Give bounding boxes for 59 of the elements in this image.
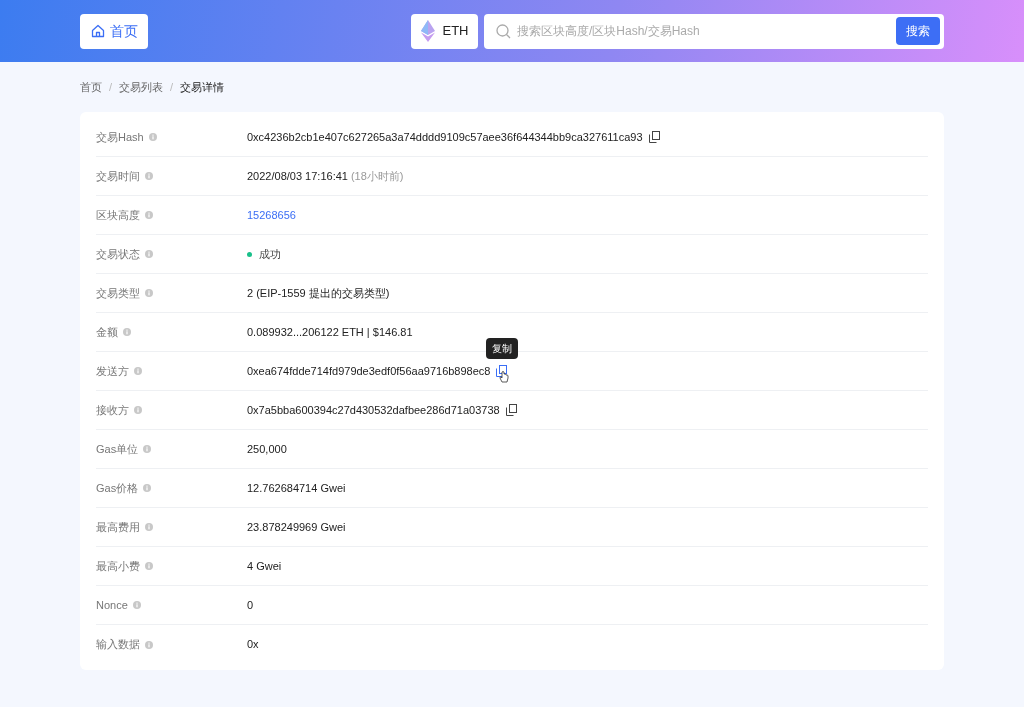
info-icon[interactable] [145,289,153,297]
search-button[interactable]: 搜索 [896,17,940,45]
info-icon[interactable] [143,445,152,453]
info-icon[interactable] [145,172,153,180]
search-field[interactable]: 搜索区块高度/区块Hash/交易Hash 搜索 [484,13,944,49]
detail-value: 250,000 [247,441,287,457]
hash-value: 0xc4236b2cb1e407c627265a3a74dddd9109c57aee36f644344bb9ca327611ca93 [247,129,643,145]
field-label: Gas价格 [96,480,139,496]
breadcrumb-separator: / [109,79,113,95]
field-label: 交易时间 [96,168,140,184]
block-height-link[interactable]: 15268656 [247,206,296,224]
tooltip: 复制 [485,338,518,359]
info-icon[interactable] [145,562,153,570]
field-label: Gas单位 [96,441,139,457]
status-text: 成功 [259,246,281,262]
breadcrumb-link[interactable]: 首页 [80,78,102,96]
info-icon[interactable] [145,523,153,531]
hand-cursor-icon [499,371,510,383]
breadcrumb-separator: / [170,79,174,95]
info-icon[interactable] [123,328,131,336]
field-label: 区块高度 [96,207,140,223]
detail-value: 23.878249969 Gwei [247,519,346,535]
detail-value: 0 [247,597,254,613]
current-page-label: 交易详情 [180,79,225,95]
chain-selector[interactable]: ETH [411,13,478,49]
field-label: 输入数据 [96,637,140,653]
field-label: Nonce [96,597,128,613]
home-icon [90,24,105,38]
search-icon [496,23,511,39]
info-icon[interactable] [145,250,153,258]
detail-value: 2 (EIP-1559 提出的交易类型) [247,285,390,301]
field-label: 发送方 [96,363,129,379]
info-icon[interactable] [132,601,141,609]
field-label: 交易Hash [96,129,144,145]
field-label: 金额 [96,324,118,340]
info-icon[interactable] [143,484,152,492]
detail-value: 4 Gwei [247,558,282,574]
detail-value: 12.762684714 Gwei [247,480,346,496]
info-icon[interactable] [134,406,142,414]
field-label: 最高小费 [96,558,140,574]
info-icon[interactable] [134,367,142,375]
home-button[interactable]: 首页 [80,13,148,49]
hash-value: 0xea674fdde714fd979de3edf0f56aa9716b898ec8 [247,363,491,379]
copy-button[interactable] [505,404,517,416]
detail-value: 0.089932...206122 ETH | $146.81 [247,324,413,340]
ethereum-logo-icon [420,20,435,42]
field-label: 最高费用 [96,519,140,535]
info-icon[interactable] [145,211,153,219]
time-value: 2022/08/03 17:16:41 [247,168,348,184]
info-icon[interactable] [145,640,153,649]
relative-time: (18小时前) [350,168,404,184]
field-label: 交易状态 [96,246,140,262]
field-label: 接收方 [96,402,129,418]
hash-value: 0x7a5bba600394c27d430532dafbee286d71a03738 [247,402,500,418]
copy-button[interactable] [648,131,660,143]
info-icon[interactable] [148,133,157,141]
detail-value: 0x [247,637,259,653]
breadcrumb-link[interactable]: 交易列表 [119,78,164,96]
field-label: 交易类型 [96,285,140,301]
